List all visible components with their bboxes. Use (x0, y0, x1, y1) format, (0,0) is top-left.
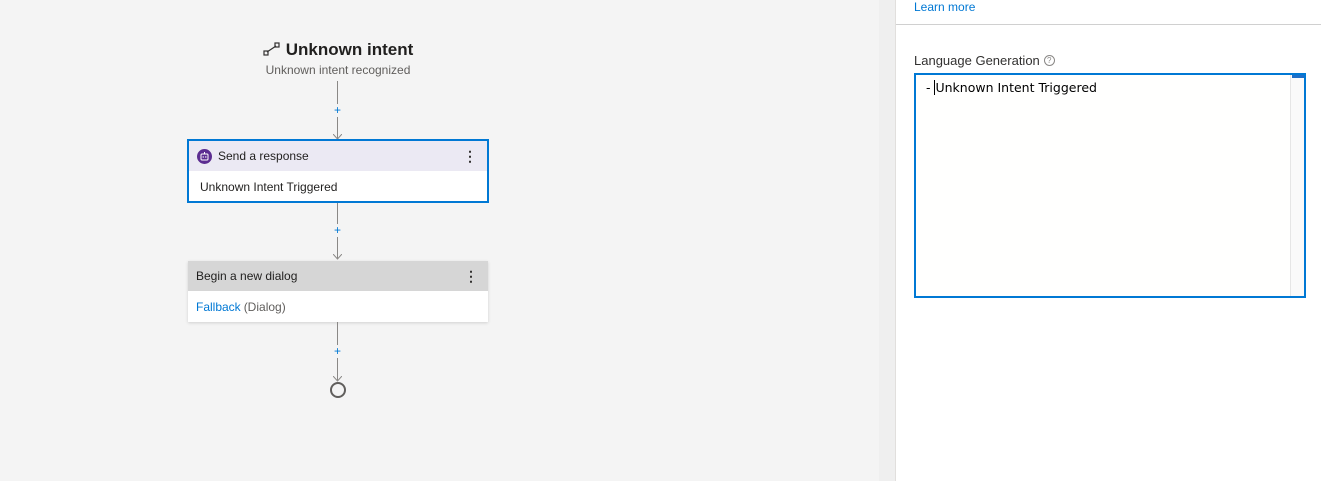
add-action-button[interactable]: + (331, 224, 344, 237)
trigger-subtitle: Unknown intent recognized (265, 63, 411, 77)
connector-arrow-icon (333, 254, 342, 260)
node-header: Begin a new dialog ⋮ (188, 261, 488, 291)
node-title: Send a response (218, 149, 309, 163)
add-action-button[interactable]: + (331, 345, 344, 358)
help-icon[interactable]: ? (1043, 55, 1055, 66)
more-options-icon[interactable]: ⋮ (463, 149, 477, 163)
language-generation-editor[interactable]: - Unknown Intent Triggered (914, 73, 1306, 298)
dialog-link[interactable]: Fallback (196, 300, 241, 314)
language-generation-label: Language Generation ? (914, 53, 1055, 68)
node-body: Unknown Intent Triggered (200, 179, 338, 194)
flow-canvas: Unknown intent Unknown intent recognized… (0, 0, 879, 481)
flow-icon (263, 41, 281, 61)
more-options-icon[interactable]: ⋮ (464, 269, 478, 283)
dialog-type-label: (Dialog) (243, 299, 286, 314)
editor-scrollbar[interactable] (1290, 75, 1304, 296)
end-node-icon (330, 382, 346, 398)
editor-line-prefix: - (926, 80, 935, 95)
scrollbar-thumb[interactable] (1292, 75, 1304, 78)
trigger-title[interactable]: Unknown intent (190, 40, 486, 61)
send-response-node[interactable]: Send a response ⋮ Unknown Intent Trigger… (187, 139, 489, 203)
bot-icon (197, 148, 212, 164)
trigger-title-text: Unknown intent (285, 40, 414, 59)
editor-line: - Unknown Intent Triggered (926, 80, 1097, 95)
begin-dialog-node[interactable]: Begin a new dialog ⋮ Fallback (Dialog) (188, 261, 488, 322)
learn-more-link[interactable]: Learn more (914, 0, 975, 14)
node-body: Fallback (Dialog) (188, 291, 488, 322)
node-header: Send a response ⋮ (189, 141, 487, 171)
property-panel: Learn more Language Generation ? - Unkno… (896, 0, 1321, 481)
node-title: Begin a new dialog (196, 269, 298, 283)
panel-splitter[interactable] (879, 0, 896, 481)
add-action-button[interactable]: + (331, 104, 344, 117)
divider (896, 24, 1321, 25)
editor-line-text: Unknown Intent Triggered (935, 80, 1097, 95)
field-label-text: Language Generation (914, 53, 1040, 68)
